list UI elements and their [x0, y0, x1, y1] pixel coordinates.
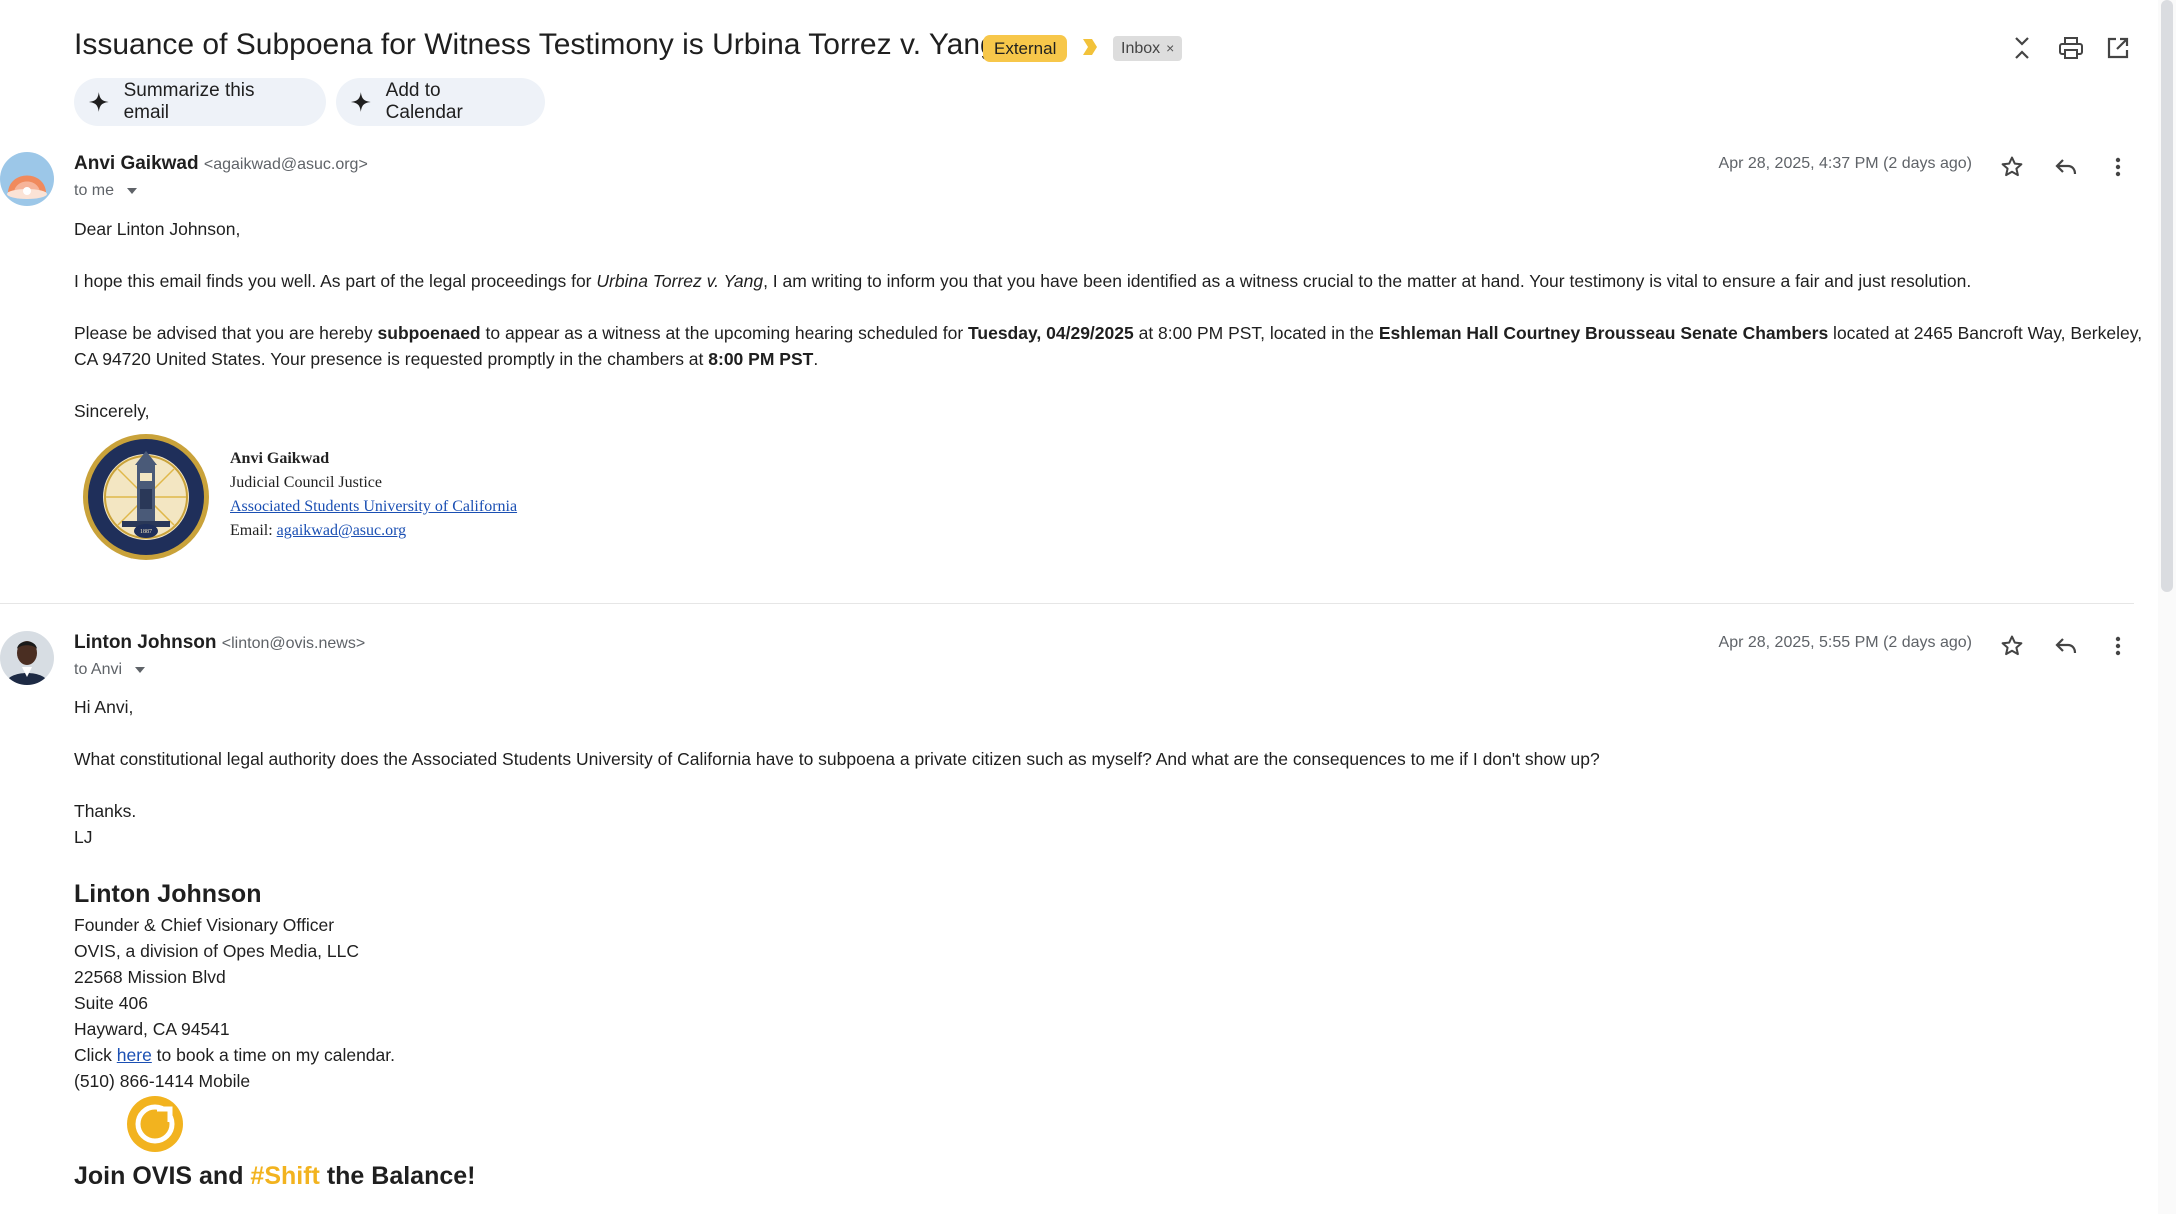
- closing: Sincerely,: [74, 401, 150, 421]
- p2-end: .: [813, 349, 819, 369]
- paragraph-1: I hope this email finds you well. As par…: [74, 268, 1971, 294]
- print-icon: [2059, 37, 2083, 59]
- add-to-calendar-label: Add to Calendar: [385, 80, 463, 123]
- reply-button[interactable]: [2048, 149, 2084, 185]
- question-paragraph: What constitutional legal authority does…: [74, 749, 1600, 769]
- inbox-label-chip: Inbox ×: [1113, 36, 1183, 61]
- sender-email: <linton@ovis.news>: [221, 635, 366, 652]
- hearing-time: 8:00 PM PST: [708, 349, 814, 369]
- summarize-email-label: Summarize this email: [123, 80, 255, 123]
- email-subject: Issuance of Subpoena for Witness Testimo…: [74, 28, 997, 61]
- reply-icon: [2055, 159, 2077, 175]
- more-vert-icon: [2115, 157, 2121, 177]
- message-divider: [0, 603, 2134, 604]
- message-date: Apr 28, 2025, 4:37 PM (2 days ago): [1718, 155, 1972, 172]
- inbox-label-text: Inbox: [1121, 40, 1161, 57]
- sender-line: Anvi Gaikwad <agaikwad@asuc.org>: [74, 153, 368, 175]
- expand-collapse-icon: [2015, 37, 2029, 59]
- open-in-new-window-icon: [2107, 37, 2129, 59]
- p2-text-a: Please be advised that you are hereby: [74, 323, 378, 343]
- star-icon: [2001, 156, 2023, 177]
- subpoenaed-text: subpoenaed: [377, 323, 481, 343]
- dropdown-arrow-icon: [135, 667, 146, 673]
- avatar-image: [0, 631, 54, 685]
- dropdown-arrow-icon: [127, 188, 138, 194]
- svg-text:1887: 1887: [140, 529, 152, 535]
- print-button[interactable]: [2053, 30, 2089, 66]
- signature-phone: (510) 866-1414 Mobile: [74, 1071, 251, 1091]
- p2-text-c: at 8:00 PM PST, located in the: [1133, 323, 1379, 343]
- sender-name[interactable]: Anvi Gaikwad: [74, 153, 199, 174]
- tagline-text-b: the Balance!: [319, 1162, 476, 1190]
- external-badge: External: [983, 35, 1068, 62]
- p2-text-d: located at 2465 Bancroft Way, Berkeley,: [1828, 323, 2143, 343]
- hearing-date: Tuesday, 04/29/2025: [968, 323, 1134, 343]
- more-options-button[interactable]: [2100, 628, 2136, 664]
- tagline-text-a: Join OVIS and: [74, 1162, 251, 1190]
- calendar-line-text-a: Click: [74, 1045, 117, 1065]
- signature-name: Linton Johnson: [74, 880, 262, 908]
- p1-text-a: I hope this email finds you well. As par…: [74, 271, 597, 291]
- paragraph-2-line-2: CA 94720 United States. Your presence is…: [74, 346, 818, 372]
- signature-name: Anvi Gaikwad: [230, 450, 330, 467]
- signature-address-3: Hayward, CA 94541: [74, 1019, 230, 1039]
- signature-email-link[interactable]: agaikwad@asuc.org: [277, 522, 407, 539]
- signature-email-label: Email:: [230, 522, 277, 539]
- sender-avatar[interactable]: [0, 152, 54, 206]
- paragraph-2-line-1: Please be advised that you are hereby su…: [74, 320, 2142, 346]
- reply-icon: [2055, 638, 2077, 654]
- remove-label-button[interactable]: ×: [1166, 40, 1174, 56]
- recipients-line[interactable]: to me: [74, 182, 138, 200]
- initials: LJ: [74, 827, 93, 847]
- tagline-hashtag: #Shift: [250, 1162, 320, 1190]
- thanks: Thanks.: [74, 801, 137, 821]
- sparkle-icon: [350, 92, 371, 112]
- open-new-window-button[interactable]: [2100, 30, 2136, 66]
- p1-text-b: , I am writing to inform you that you ha…: [763, 271, 1972, 291]
- signature-email-line: Email: agaikwad@asuc.org: [230, 519, 517, 543]
- sender-line: Linton Johnson <linton@ovis.news>: [74, 632, 365, 654]
- star-icon: [2001, 635, 2023, 656]
- ovis-logo[interactable]: [126, 1095, 184, 1153]
- calendar-line-text-b: to book a time on my calendar.: [151, 1045, 396, 1065]
- signature-title: Judicial Council Justice: [230, 474, 382, 491]
- scrollbar-thumb[interactable]: [2161, 0, 2173, 592]
- signature-address-1: 22568 Mission Blvd: [74, 967, 226, 987]
- signature-address-2: Suite 406: [74, 993, 148, 1013]
- sparkle-icon: [88, 92, 109, 112]
- greeting: Hi Anvi,: [74, 697, 134, 717]
- expand-collapse-button[interactable]: [2004, 30, 2040, 66]
- recipients-line[interactable]: to Anvi: [74, 661, 146, 679]
- recipients-text: to me: [74, 182, 115, 199]
- case-name: Urbina Torrez v. Yang: [596, 271, 764, 291]
- greeting: Dear Linton Johnson,: [74, 219, 241, 239]
- reply-button[interactable]: [2048, 628, 2084, 664]
- importance-marker-icon[interactable]: [1082, 38, 1098, 56]
- signature-title: Founder & Chief Visionary Officer: [74, 915, 335, 935]
- asuc-seal-logo: 1887: [83, 434, 209, 560]
- ovis-tagline: Join OVIS and #Shift the Balance!: [74, 1162, 475, 1191]
- message-date: Apr 28, 2025, 5:55 PM (2 days ago): [1718, 634, 1972, 651]
- calendar-line: Click here to book a time on my calendar…: [74, 1042, 395, 1068]
- signature-org-link[interactable]: Associated Students University of Califo…: [230, 498, 517, 515]
- star-button[interactable]: [1994, 149, 2030, 185]
- more-options-button[interactable]: [2100, 149, 2136, 185]
- sender-avatar[interactable]: [0, 631, 54, 685]
- signature-block: Anvi Gaikwad Judicial Council Justice As…: [230, 447, 517, 543]
- signature-company: OVIS, a division of Opes Media, LLC: [74, 941, 359, 961]
- hearing-location: Eshleman Hall Courtney Brousseau Senate …: [1378, 323, 1829, 343]
- calendar-booking-link[interactable]: here: [117, 1045, 152, 1065]
- sender-name[interactable]: Linton Johnson: [74, 632, 216, 653]
- sender-email: <agaikwad@asuc.org>: [203, 156, 368, 173]
- p2-line2-text: CA 94720 United States. Your presence is…: [74, 349, 709, 369]
- p2-text-b: to appear as a witness at the upcoming h…: [480, 323, 969, 343]
- recipients-text: to Anvi: [74, 661, 123, 678]
- summarize-email-button[interactable]: Summarize this email: [74, 78, 326, 126]
- avatar-image: [0, 152, 54, 206]
- more-vert-icon: [2115, 636, 2121, 656]
- star-button[interactable]: [1994, 628, 2030, 664]
- add-to-calendar-button[interactable]: Add to Calendar: [336, 78, 545, 126]
